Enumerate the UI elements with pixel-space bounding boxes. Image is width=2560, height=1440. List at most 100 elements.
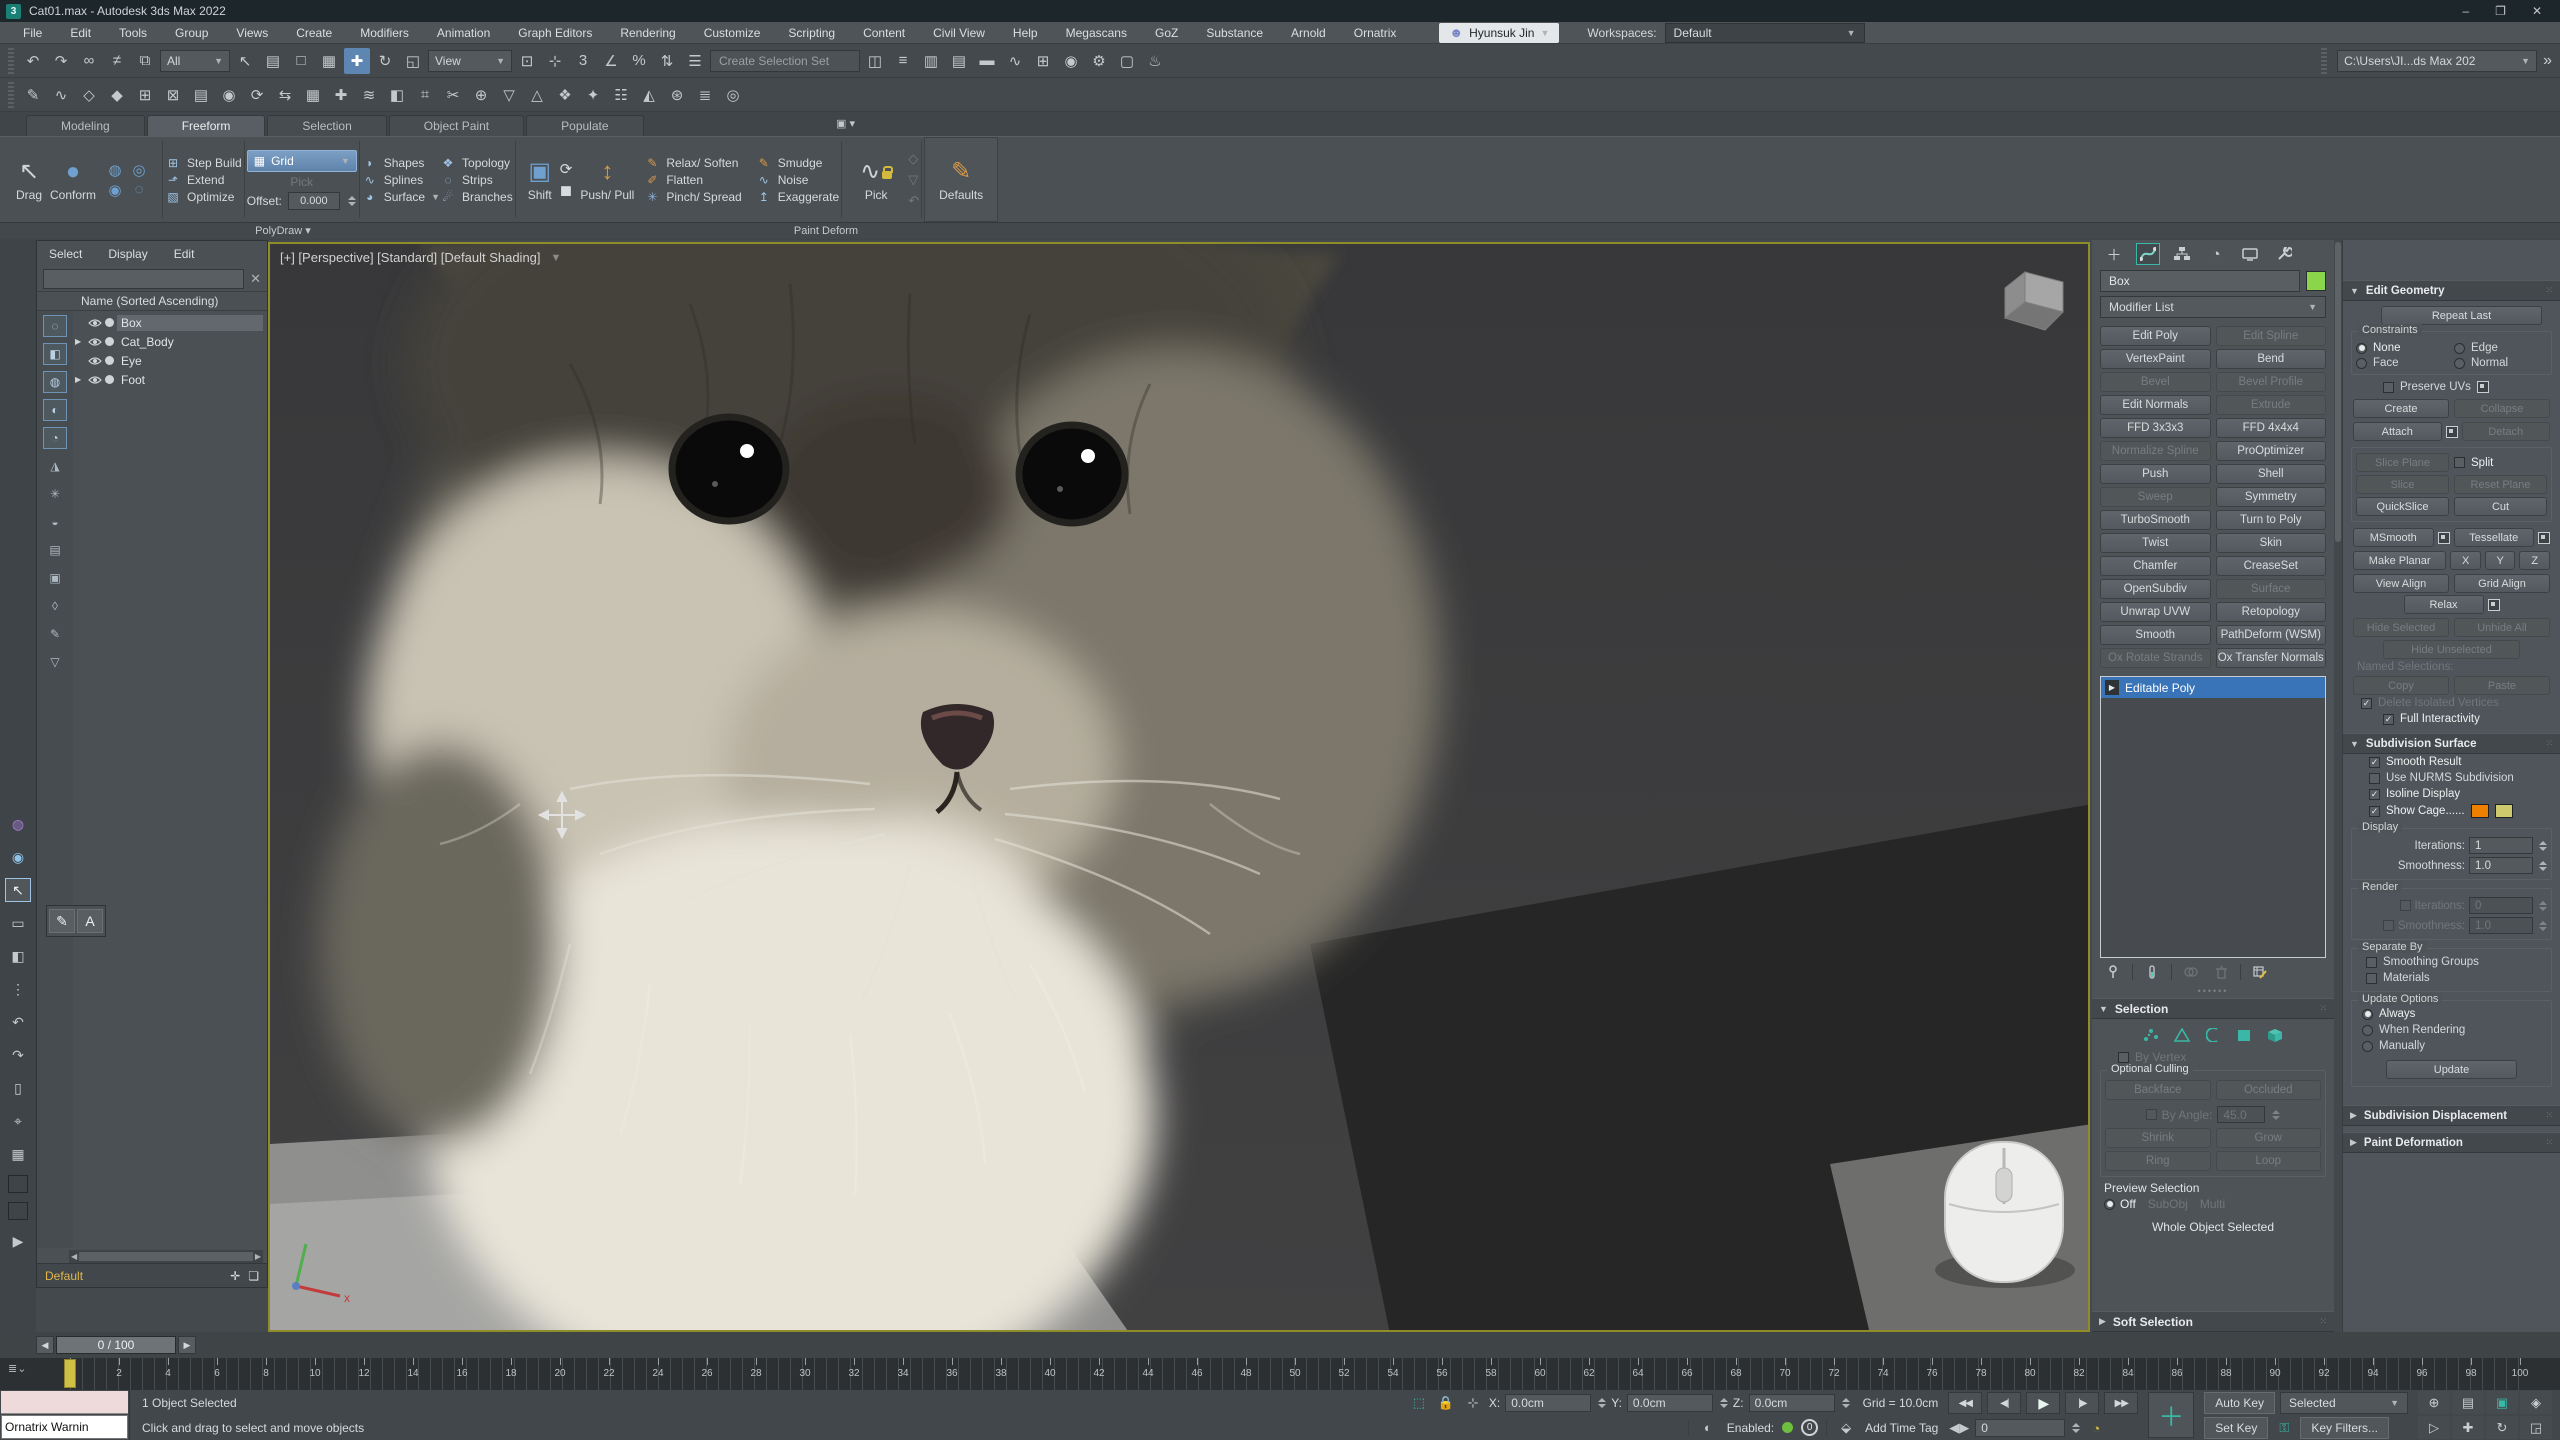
modifier-button[interactable]: Smooth	[2100, 625, 2211, 645]
timeline-tick[interactable]: 2	[109, 1358, 129, 1390]
selection-filter-select[interactable]: All ▼	[160, 50, 230, 72]
timeline-tick[interactable]: 74	[1873, 1358, 1893, 1390]
maximize-button[interactable]: ❐	[2495, 4, 2506, 18]
exaggerate-button[interactable]: ↥Exaggerate	[756, 190, 839, 204]
timeline-tick[interactable]: 72	[1824, 1358, 1844, 1390]
stack-expand-icon[interactable]: ▶	[2105, 680, 2119, 695]
pinch-spread-button[interactable]: ✳Pinch/ Spread	[644, 190, 741, 204]
timeline-tick[interactable]: 82	[2069, 1358, 2089, 1390]
relax-button[interactable]: Relax	[2404, 595, 2484, 614]
subdivision-surface-rollout-header[interactable]: ▼Subdivision Surface⁙	[2343, 733, 2560, 754]
toolbar-drag-handle[interactable]	[8, 48, 14, 74]
filter-more-icon[interactable]: ▽	[43, 651, 67, 673]
tool-icon-3[interactable]: ◇	[76, 82, 102, 108]
timeline-tick[interactable]: 24	[648, 1358, 668, 1390]
modifier-button[interactable]: Edit Spline	[2216, 326, 2327, 346]
edge-subobject-icon[interactable]	[2171, 1026, 2193, 1044]
expand-arrow-icon[interactable]	[75, 375, 85, 384]
absolute-mode-icon[interactable]: ⊹	[1462, 1393, 1484, 1413]
ribbon-tab[interactable]: Modeling	[26, 115, 145, 136]
menu-item[interactable]: Rendering	[607, 26, 688, 40]
filter-spacewarps-icon[interactable]: ✳	[43, 483, 67, 505]
listener-line[interactable]: Ornatrix Warnin	[1, 1415, 128, 1439]
menu-item[interactable]: Megascans	[1053, 26, 1140, 40]
maxscript-mini-listener[interactable]: Ornatrix Warnin	[0, 1390, 130, 1440]
tool-icon-17[interactable]: ⊕	[468, 82, 494, 108]
ribbon-tab[interactable]: Freeform	[147, 115, 266, 136]
warning-count-badge[interactable]: 0	[1801, 1419, 1818, 1436]
use-nurms-checkbox[interactable]	[2369, 773, 2380, 784]
timeline-tick[interactable]: 44	[1138, 1358, 1158, 1390]
timeline-tick[interactable]: 20	[550, 1358, 570, 1390]
quickslice-button[interactable]: QuickSlice	[2356, 497, 2449, 516]
shift-rotate-icon[interactable]: ⟳	[560, 160, 573, 178]
modifier-button[interactable]: Ox Rotate Strands	[2100, 648, 2211, 668]
field-of-view-icon[interactable]: ▷	[2418, 1416, 2450, 1439]
offset-spinner[interactable]	[348, 196, 356, 206]
shift-solid-icon[interactable]: ◼	[560, 181, 573, 199]
view-eye-icon[interactable]: ◉	[5, 845, 31, 869]
filter-bones-icon[interactable]: ◒	[43, 511, 67, 533]
play-button[interactable]: ▶	[2026, 1392, 2060, 1414]
z-coordinate-input[interactable]: 0.0cm	[1749, 1394, 1835, 1412]
tool-icon-15[interactable]: ⌗	[412, 82, 438, 108]
grid-mode-button[interactable]: ▦ Grid ▼	[247, 150, 357, 172]
timeline-tick[interactable]: 100	[2510, 1358, 2530, 1390]
current-frame-input[interactable]: 0	[1975, 1419, 2065, 1437]
splines-button[interactable]: ∿Splines	[362, 173, 440, 187]
conform-rotate-icon[interactable]: ◎	[128, 161, 150, 179]
grid-align-button[interactable]: Grid Align	[2454, 574, 2550, 593]
constraint-none-radio[interactable]: None	[2356, 342, 2449, 354]
menu-item[interactable]: Graph Editors	[505, 26, 605, 40]
scroll-thumb[interactable]	[79, 1252, 253, 1261]
visibility-eye-icon[interactable]	[88, 375, 102, 385]
workspace-select[interactable]: Default ▼	[1665, 23, 1865, 43]
timeline-tick[interactable]: 52	[1334, 1358, 1354, 1390]
timeline-tick[interactable]: 98	[2461, 1358, 2481, 1390]
shift-brush-button[interactable]: ▣ Shift	[528, 157, 552, 202]
timeline-tick[interactable]: 38	[991, 1358, 1011, 1390]
make-planar-button[interactable]: Make Planar	[2353, 551, 2446, 570]
go-to-end-button[interactable]: ▶▶	[2104, 1392, 2138, 1414]
zoom-extents-icon[interactable]: ▣	[2486, 1391, 2518, 1414]
cage-selected-color-swatch[interactable]	[2495, 804, 2513, 818]
vertex-subobject-icon[interactable]	[2140, 1026, 2162, 1044]
timeline-tick[interactable]: 30	[795, 1358, 815, 1390]
modifier-button[interactable]: Unwrap UVW	[2100, 602, 2211, 622]
filter-cameras-icon[interactable]: ◔	[43, 427, 67, 449]
ornatrix-bulb-icon[interactable]: ◍	[5, 812, 31, 836]
app-icon[interactable]: 3	[6, 4, 21, 19]
isolate-selection-icon[interactable]: ⬚	[1408, 1393, 1430, 1413]
show-cage-checkbox[interactable]: ✓	[2369, 806, 2380, 817]
modifier-button[interactable]: TurboSmooth	[2100, 510, 2211, 530]
branches-button[interactable]: ☄Branches	[440, 190, 513, 204]
timeline-tick[interactable]: 76	[1922, 1358, 1942, 1390]
project-toolbar-handle[interactable]	[2321, 48, 2327, 74]
rectangular-region-icon[interactable]: □	[288, 48, 314, 74]
timeline-tick[interactable]: 22	[599, 1358, 619, 1390]
tool-icon-9[interactable]: ⟳	[244, 82, 270, 108]
select-and-move-icon[interactable]: ✚	[344, 48, 370, 74]
scene-object-row[interactable]: Eye	[73, 351, 267, 370]
tool-icon-7[interactable]: ▤	[188, 82, 214, 108]
menu-item[interactable]: Scripting	[775, 26, 848, 40]
timeline-tick[interactable]: 54	[1383, 1358, 1403, 1390]
expand-arrow-icon[interactable]	[75, 337, 85, 346]
modifier-button[interactable]: CreaseSet	[2216, 556, 2327, 576]
flatten-button[interactable]: ✐Flatten	[644, 173, 741, 187]
scene-object-row[interactable]: Foot	[73, 370, 267, 389]
reference-coordinate-select[interactable]: View ▼	[428, 50, 512, 72]
key-mode-toggle-icon[interactable]: ◀▶	[1948, 1418, 1970, 1438]
timeline-tick[interactable]: 68	[1726, 1358, 1746, 1390]
preview-off-radio[interactable]: Off	[2104, 1197, 2136, 1211]
tool-icon-8[interactable]: ◉	[216, 82, 242, 108]
layer-list-icon[interactable]: ❏	[248, 1269, 259, 1283]
modifier-button[interactable]: VertexPaint	[2100, 349, 2211, 369]
modifier-button[interactable]: Bevel Profile	[2216, 372, 2327, 392]
close-button[interactable]: ✕	[2532, 4, 2542, 18]
timeline-tick[interactable]: 62	[1579, 1358, 1599, 1390]
snap-toggle-icon[interactable]: 3	[570, 48, 596, 74]
selection-rollout-header[interactable]: ▼Selection⁙	[2092, 998, 2334, 1019]
time-configuration-icon[interactable]: ◔	[2085, 1418, 2107, 1438]
ribbon-toggle-icon[interactable]: ▬	[974, 48, 1000, 74]
